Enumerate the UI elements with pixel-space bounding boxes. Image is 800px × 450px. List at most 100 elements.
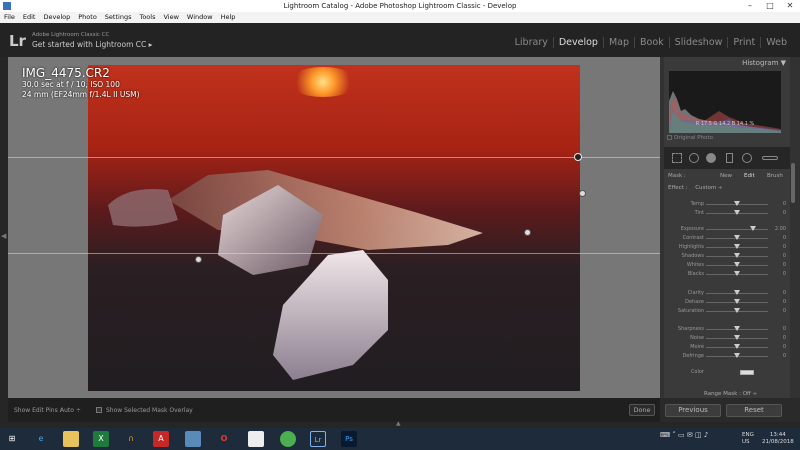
original-photo-checkbox[interactable] (667, 135, 672, 140)
file-explorer-icon[interactable] (63, 431, 79, 447)
slider-sharpness[interactable]: Sharpness 0 (664, 325, 790, 334)
slider-knob[interactable] (734, 210, 740, 215)
minimize-button[interactable]: – (740, 0, 760, 12)
menu-develop[interactable]: Develop (43, 12, 70, 23)
expand-filmstrip-icon[interactable]: ▲ (396, 420, 401, 427)
slider-value[interactable]: 0 (783, 326, 786, 332)
range-mask-select[interactable]: Range Mask : Off ÷ (704, 391, 757, 397)
slider-clarity[interactable]: Clarity 0 (664, 289, 790, 298)
menu-help[interactable]: Help (221, 12, 236, 23)
photo-preview[interactable] (88, 65, 580, 391)
slider-value[interactable]: 0 (783, 335, 786, 341)
lightroom-taskbar-icon[interactable]: Lr (310, 431, 326, 447)
photoshop-taskbar-icon[interactable]: Ps (341, 431, 357, 447)
slider-shadows[interactable]: Shadows 0 (664, 252, 790, 261)
color-swatch[interactable] (740, 370, 754, 375)
maximize-button[interactable]: □ (760, 0, 780, 12)
previous-button[interactable]: Previous (665, 404, 721, 417)
expand-left-panel-icon[interactable]: ◀ (1, 232, 6, 240)
slider-value[interactable]: 0 (783, 344, 786, 350)
edit-pin[interactable] (195, 256, 202, 263)
tray-language[interactable]: ENG US (742, 432, 754, 446)
slider-value[interactable]: 0 (783, 299, 786, 305)
graduated-filter-line-bottom[interactable] (8, 253, 660, 254)
slider-value[interactable]: 0 (783, 201, 786, 207)
slider-value[interactable]: 0 (783, 244, 786, 250)
internet-explorer-icon[interactable]: e (33, 431, 49, 447)
display-settings-icon[interactable] (185, 431, 201, 447)
menu-window[interactable]: Window (187, 12, 213, 23)
graduated-filter-line-top[interactable] (8, 157, 660, 158)
graduated-filter-icon[interactable] (726, 153, 733, 163)
slider-value[interactable]: 2.00 (775, 226, 786, 232)
slider-value[interactable]: 0 (783, 235, 786, 241)
radial-filter-icon[interactable] (742, 153, 752, 163)
effect-selector[interactable]: Effect : Custom ÷ (668, 185, 723, 191)
edit-pin[interactable] (579, 190, 586, 197)
slider-value[interactable]: 0 (783, 253, 786, 259)
slider-contrast[interactable]: Contrast 0 (664, 234, 790, 243)
slider-tint[interactable]: Tint 0 (664, 209, 790, 218)
slider-value[interactable]: 0 (783, 308, 786, 314)
slider-knob[interactable] (734, 244, 740, 249)
opera-icon[interactable]: O (216, 431, 232, 447)
image-canvas[interactable]: IMG_4475.CR2 30.0 sec at f / 10, ISO 100… (8, 57, 660, 398)
chrome-icon[interactable] (280, 431, 296, 447)
get-started-link[interactable]: Get started with Lightroom CC ▸ (32, 40, 152, 49)
mask-edit-button[interactable]: Edit (744, 173, 755, 179)
slider-knob[interactable] (734, 271, 740, 276)
notepad-icon[interactable] (248, 431, 264, 447)
slider-noise[interactable]: Noise 0 (664, 334, 790, 343)
module-web[interactable]: Web (760, 37, 792, 48)
close-button[interactable]: ✕ (780, 0, 800, 12)
slider-knob[interactable] (734, 326, 740, 331)
slider-knob[interactable] (734, 253, 740, 258)
windows-start-icon[interactable]: ⊞ (4, 431, 20, 447)
crop-tool-icon[interactable] (672, 153, 682, 163)
menu-photo[interactable]: Photo (78, 12, 97, 23)
slider-saturation[interactable]: Saturation 0 (664, 307, 790, 316)
right-panel-scrollbar[interactable] (791, 163, 795, 203)
active-edit-pin[interactable] (574, 153, 582, 161)
slider-knob[interactable] (734, 335, 740, 340)
slider-knob[interactable] (749, 226, 756, 231)
module-library[interactable]: Library (510, 37, 553, 48)
menu-view[interactable]: View (163, 12, 178, 23)
module-slideshow[interactable]: Slideshow (668, 37, 728, 48)
module-map[interactable]: Map (602, 37, 634, 48)
slider-knob[interactable] (734, 235, 740, 240)
effect-value[interactable]: Custom ÷ (695, 185, 722, 191)
slider-moir[interactable]: Moiré 0 (664, 343, 790, 352)
slider-knob[interactable] (734, 344, 740, 349)
spot-removal-icon[interactable] (689, 153, 699, 163)
slider-knob[interactable] (734, 290, 740, 295)
slider-whites[interactable]: Whites 0 (664, 261, 790, 270)
slider-value[interactable]: 0 (783, 271, 786, 277)
slider-knob[interactable] (734, 353, 740, 358)
mask-new-button[interactable]: New (720, 173, 732, 179)
slider-value[interactable]: 0 (783, 353, 786, 359)
histogram-header[interactable]: Histogram ▼ (664, 59, 786, 67)
original-photo-toggle[interactable]: Original Photo (667, 135, 713, 141)
edit-pin[interactable] (524, 229, 531, 236)
done-button[interactable]: Done (629, 404, 655, 416)
red-eye-icon[interactable] (706, 153, 716, 163)
slider-highlights[interactable]: Highlights 0 (664, 243, 790, 252)
slider-knob[interactable] (734, 299, 740, 304)
mask-brush-button[interactable]: Brush (767, 173, 783, 179)
menu-tools[interactable]: Tools (139, 12, 155, 23)
menu-edit[interactable]: Edit (23, 12, 36, 23)
color-row[interactable]: Color (664, 368, 790, 377)
headphones-icon[interactable]: ∩ (123, 431, 139, 447)
slider-value[interactable]: 0 (783, 290, 786, 296)
adjustment-brush-icon[interactable] (762, 156, 778, 160)
tray-icons[interactable]: ⌨ ˄ ▭ ✉ ◫ ♪ (660, 432, 708, 439)
mask-overlay-checkbox[interactable] (96, 407, 102, 413)
menu-file[interactable]: File (4, 12, 15, 23)
excel-icon[interactable]: X (93, 431, 109, 447)
left-panel-collapsed[interactable]: ◀ (0, 57, 8, 422)
slider-knob[interactable] (734, 201, 740, 206)
show-edit-pins-select[interactable]: Auto ÷ (60, 407, 81, 414)
reset-button[interactable]: Reset (726, 404, 782, 417)
slider-value[interactable]: 0 (783, 210, 786, 216)
